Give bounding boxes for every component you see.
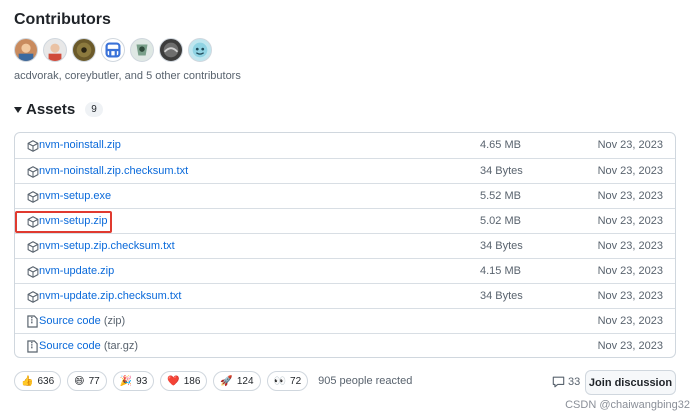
asset-date: Nov 23, 2023: [597, 290, 663, 302]
assets-toggle[interactable]: Assets 9: [14, 101, 103, 118]
asset-link[interactable]: nvm-setup.zip: [39, 215, 107, 227]
asset-link[interactable]: nvm-update.zip.checksum.txt: [39, 290, 181, 302]
watermark: CSDN @chaiwangbing32: [565, 399, 690, 411]
asset-row: nvm-update.zip.checksum.txt 34 Bytes Nov…: [15, 283, 675, 308]
asset-size: 5.02 MB: [480, 215, 521, 227]
avatar-5-icon: [136, 44, 148, 56]
file-zip-icon: [26, 340, 39, 353]
asset-row: nvm-setup.zip.checksum.txt 34 Bytes Nov …: [15, 233, 675, 258]
reaction-smile[interactable]: 😄 77: [67, 371, 107, 391]
package-icon: [26, 240, 39, 253]
package-icon: [26, 139, 39, 152]
avatar-2-icon: [48, 43, 62, 61]
package-icon: [26, 215, 39, 228]
reaction-count: 124: [236, 375, 254, 387]
eyes-icon: 👀: [273, 375, 287, 387]
asset-date: Nov 23, 2023: [597, 165, 663, 177]
asset-date: Nov 23, 2023: [597, 315, 663, 327]
asset-link[interactable]: Source code (zip): [39, 315, 125, 327]
asset-date: Nov 23, 2023: [597, 215, 663, 227]
avatar-4-icon: [105, 42, 121, 58]
package-icon: [26, 265, 39, 278]
assets-count-badge: 9: [85, 102, 103, 117]
comment-icon: [552, 376, 565, 388]
reaction-count: 93: [136, 375, 148, 387]
asset-row: Source code (zip) Nov 23, 2023: [15, 308, 675, 333]
source-code-label: Source code: [39, 340, 101, 352]
reaction-heart[interactable]: ❤️ 186: [160, 371, 208, 391]
reaction-count: 636: [37, 375, 55, 387]
reaction-count: 72: [290, 375, 302, 387]
archive-format: (tar.gz): [103, 340, 139, 352]
asset-size: 4.65 MB: [480, 139, 521, 151]
asset-size: 34 Bytes: [480, 290, 523, 302]
avatar[interactable]: [72, 38, 96, 62]
assets-list: nvm-noinstall.zip 4.65 MB Nov 23, 2023 n…: [14, 132, 676, 358]
asset-row: nvm-update.zip 4.15 MB Nov 23, 2023: [15, 258, 675, 283]
package-icon: [26, 190, 39, 203]
avatar-7-icon: [192, 42, 208, 58]
file-zip-icon: [26, 315, 39, 328]
asset-link[interactable]: Source code (tar.gz): [39, 340, 138, 352]
asset-link[interactable]: nvm-update.zip: [39, 265, 114, 277]
asset-size: 5.52 MB: [480, 190, 521, 202]
reaction-tada[interactable]: 🎉 93: [112, 371, 155, 391]
asset-date: Nov 23, 2023: [597, 139, 663, 151]
archive-format: (zip): [103, 315, 126, 327]
avatar-1-icon: [18, 43, 34, 61]
source-code-label: Source code: [39, 315, 101, 327]
avatar[interactable]: [188, 38, 212, 62]
asset-size: 34 Bytes: [480, 240, 523, 252]
comments-count[interactable]: 33: [552, 376, 580, 388]
reaction-count: 77: [88, 375, 100, 387]
reaction-eyes[interactable]: 👀 72: [266, 371, 309, 391]
asset-link[interactable]: nvm-setup.zip.checksum.txt: [39, 240, 175, 252]
asset-link[interactable]: nvm-noinstall.zip: [39, 139, 121, 151]
asset-size: 4.15 MB: [480, 265, 521, 277]
rocket-icon: 🚀: [220, 375, 233, 387]
contributors-title: Contributors: [14, 11, 111, 28]
asset-date: Nov 23, 2023: [597, 340, 663, 352]
join-discussion-button[interactable]: Join discussion: [585, 370, 676, 395]
contributor-avatars: [14, 38, 212, 62]
asset-row: nvm-noinstall.zip 4.65 MB Nov 23, 2023: [15, 133, 675, 158]
avatar[interactable]: [14, 38, 38, 62]
tada-icon: 🎉: [119, 375, 133, 387]
avatar[interactable]: [43, 38, 67, 62]
asset-row-selected: nvm-setup.zip 5.02 MB Nov 23, 2023: [15, 208, 675, 233]
reaction-count: 186: [183, 375, 201, 387]
contributors-summary: acdvorak, coreybutler, and 5 other contr…: [14, 70, 241, 82]
comments-number: 33: [568, 376, 581, 388]
asset-row: nvm-noinstall.zip.checksum.txt 34 Bytes …: [15, 158, 675, 183]
asset-date: Nov 23, 2023: [597, 240, 663, 252]
assets-title: Assets: [26, 101, 76, 118]
reactions-summary: 905 people reacted: [318, 375, 413, 387]
asset-row: Source code (tar.gz) Nov 23, 2023: [15, 333, 675, 357]
reactions-bar: 👍 636 😄 77 🎉 93 ❤️ 186 🚀 124 👀 72 905 people r…: [14, 371, 412, 391]
avatar[interactable]: [101, 38, 125, 62]
heart-icon: ❤️: [167, 375, 180, 387]
avatar[interactable]: [159, 38, 183, 62]
triangle-down-icon: [14, 106, 22, 113]
thumbs-up-icon: 👍: [21, 375, 34, 387]
asset-date: Nov 23, 2023: [597, 190, 663, 202]
avatar-3-icon: [76, 42, 92, 58]
reaction-thumbs-up[interactable]: 👍 636: [14, 371, 62, 391]
smile-icon: 😄: [74, 375, 85, 387]
package-icon: [26, 165, 39, 178]
avatar[interactable]: [130, 38, 154, 62]
asset-link[interactable]: nvm-noinstall.zip.checksum.txt: [39, 165, 188, 177]
reaction-rocket[interactable]: 🚀 124: [213, 371, 261, 391]
avatar-6-icon: [163, 42, 179, 58]
asset-link[interactable]: nvm-setup.exe: [39, 190, 111, 202]
package-icon: [26, 290, 39, 303]
asset-date: Nov 23, 2023: [597, 265, 663, 277]
asset-row: nvm-setup.exe 5.52 MB Nov 23, 2023: [15, 183, 675, 208]
asset-size: 34 Bytes: [480, 165, 523, 177]
